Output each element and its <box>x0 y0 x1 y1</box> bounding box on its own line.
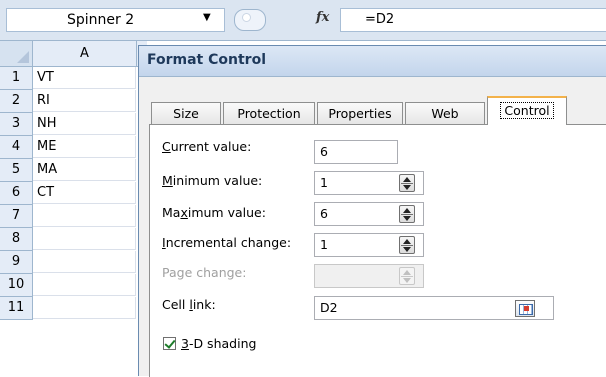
cell[interactable] <box>33 274 136 296</box>
cell-link-label: Cell link: <box>162 297 216 312</box>
dialog-title: Format Control <box>147 52 266 68</box>
spin-up-icon[interactable] <box>403 208 411 213</box>
control-tab-panel: Current value: 6 Minimum value: 1 Maximu… <box>149 124 606 377</box>
spin-down-icon[interactable] <box>403 216 411 221</box>
formula-bar: Spinner 2 ▼ fx =D2 <box>0 0 606 41</box>
tab-label: Control <box>500 102 554 119</box>
spin-down-icon <box>403 278 411 283</box>
table-row: 7 <box>0 205 147 228</box>
cell[interactable] <box>33 205 136 227</box>
spin-up-icon[interactable] <box>403 177 411 182</box>
format-control-dialog: Format Control Size Protection Propertie… <box>138 45 606 377</box>
row-header[interactable]: 10 <box>0 274 33 297</box>
tab-properties[interactable]: Properties <box>317 102 403 124</box>
table-row: 2 RI <box>0 90 147 113</box>
tab-protection[interactable]: Protection <box>223 102 315 124</box>
name-box[interactable]: Spinner 2 ▼ <box>6 8 225 32</box>
maximum-value-label: Maximum value: <box>162 205 266 220</box>
select-all-corner[interactable] <box>0 41 33 67</box>
row-header[interactable]: 4 <box>0 136 33 159</box>
cell[interactable]: MA <box>33 159 136 181</box>
shading-label[interactable]: 3-D shading <box>181 336 256 351</box>
formula-input[interactable]: =D2 <box>340 8 606 32</box>
row-header[interactable]: 8 <box>0 228 33 251</box>
tab-control[interactable]: Control <box>487 96 567 125</box>
table-row: 9 <box>0 251 147 274</box>
range-selector-button[interactable] <box>515 300 535 317</box>
tab-label: Size <box>173 106 199 121</box>
row-header[interactable]: 3 <box>0 113 33 136</box>
circle-icon <box>242 13 251 22</box>
row-header[interactable]: 9 <box>0 251 33 274</box>
row-header[interactable]: 11 <box>0 297 33 320</box>
table-row: 3 NH <box>0 113 147 136</box>
name-box-value: Spinner 2 <box>67 12 135 28</box>
cell[interactable] <box>33 228 136 250</box>
tab-label: Properties <box>328 106 392 121</box>
cell[interactable]: CT <box>33 182 136 204</box>
table-row: 11 <box>0 297 147 320</box>
tab-web[interactable]: Web <box>405 102 485 124</box>
minimum-value-label: Minimum value: <box>162 173 263 188</box>
column-header-a[interactable]: A <box>33 41 137 67</box>
tab-size[interactable]: Size <box>151 102 221 124</box>
page-change-spinner <box>399 267 415 285</box>
spin-up-icon[interactable] <box>403 239 411 244</box>
checkmark-icon <box>164 337 176 349</box>
table-row: 8 <box>0 228 147 251</box>
chevron-down-icon[interactable]: ▼ <box>203 12 211 23</box>
shading-checkbox[interactable] <box>163 337 176 350</box>
dialog-titlebar[interactable]: Format Control <box>139 46 606 77</box>
insert-function-icon[interactable]: fx <box>316 10 329 25</box>
cell[interactable]: NH <box>33 113 136 135</box>
current-value-label: Current value: <box>162 139 252 154</box>
table-row: 10 <box>0 274 147 297</box>
row-header[interactable]: 7 <box>0 205 33 228</box>
cell[interactable] <box>33 251 136 273</box>
spin-down-icon[interactable] <box>403 247 411 252</box>
cell[interactable]: VT <box>33 67 136 89</box>
formula-text: =D2 <box>365 12 395 27</box>
row-header[interactable]: 6 <box>0 182 33 205</box>
current-value-field[interactable]: 6 <box>314 140 398 164</box>
spin-up-icon <box>403 270 411 275</box>
incremental-change-spinner[interactable] <box>399 236 415 254</box>
table-row: 4 ME <box>0 136 147 159</box>
minimum-value-spinner[interactable] <box>399 174 415 192</box>
maximum-value-spinner[interactable] <box>399 205 415 223</box>
row-header[interactable]: 2 <box>0 90 33 113</box>
table-row: 6 CT <box>0 182 147 205</box>
cell[interactable]: ME <box>33 136 136 158</box>
select-all-triangle-icon <box>17 51 29 63</box>
spin-down-icon[interactable] <box>403 185 411 190</box>
incremental-change-label: Incremental change: <box>162 235 292 250</box>
row-header[interactable]: 5 <box>0 159 33 182</box>
page-change-label: Page change: <box>162 265 247 280</box>
cell[interactable]: RI <box>33 90 136 112</box>
table-row: 5 MA <box>0 159 147 182</box>
cell[interactable] <box>33 297 136 319</box>
tab-label: Web <box>431 106 459 121</box>
row-header[interactable]: 1 <box>0 67 33 90</box>
formula-bar-expand-control[interactable] <box>234 9 266 31</box>
tab-label: Protection <box>237 106 301 121</box>
table-row: 1 VT <box>0 67 147 90</box>
